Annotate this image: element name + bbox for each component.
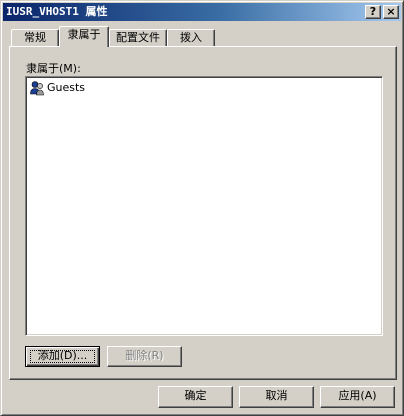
tab-profile-label: 配置文件: [116, 31, 160, 44]
member-of-panel: 隶属于(M): Guests 添加(D)... 删除(R): [9, 46, 397, 380]
apply-button-label: 应用(A): [338, 389, 377, 402]
title-bar[interactable]: IUSR_VHOST1 属性 ? ×: [3, 3, 401, 21]
list-item-label: Guests: [47, 81, 86, 94]
cancel-button-label: 取消: [265, 389, 288, 402]
remove-button-label: 删除(R): [125, 349, 164, 362]
member-of-label: 隶属于(M):: [26, 62, 81, 75]
ok-button-label: 确定: [184, 389, 207, 402]
tab-member-of-label: 隶属于: [67, 28, 101, 41]
remove-button[interactable]: 删除(R): [107, 346, 182, 367]
tab-dial-in[interactable]: 拨入: [167, 29, 215, 47]
tab-profile[interactable]: 配置文件: [109, 29, 167, 47]
add-button-label: 添加(D)...: [37, 349, 88, 362]
ok-button[interactable]: 确定: [158, 386, 233, 408]
cancel-button[interactable]: 取消: [239, 386, 314, 408]
properties-dialog: IUSR_VHOST1 属性 ? × 常规 隶属于 配置文件 拨入 隶属于(M)…: [0, 0, 404, 416]
tab-dial-in-label: 拨入: [180, 31, 202, 44]
window-title: IUSR_VHOST1 属性: [6, 5, 108, 18]
tab-general-label: 常规: [24, 31, 46, 44]
tab-member-of[interactable]: 隶属于: [59, 26, 109, 47]
help-button[interactable]: ?: [365, 5, 381, 19]
close-button[interactable]: ×: [383, 5, 399, 19]
tab-general[interactable]: 常规: [11, 29, 59, 47]
user-group-icon: [30, 81, 44, 96]
list-item[interactable]: Guests: [29, 80, 85, 96]
add-button[interactable]: 添加(D)...: [25, 346, 100, 367]
apply-button[interactable]: 应用(A): [320, 386, 395, 408]
member-of-list[interactable]: Guests: [25, 76, 383, 336]
